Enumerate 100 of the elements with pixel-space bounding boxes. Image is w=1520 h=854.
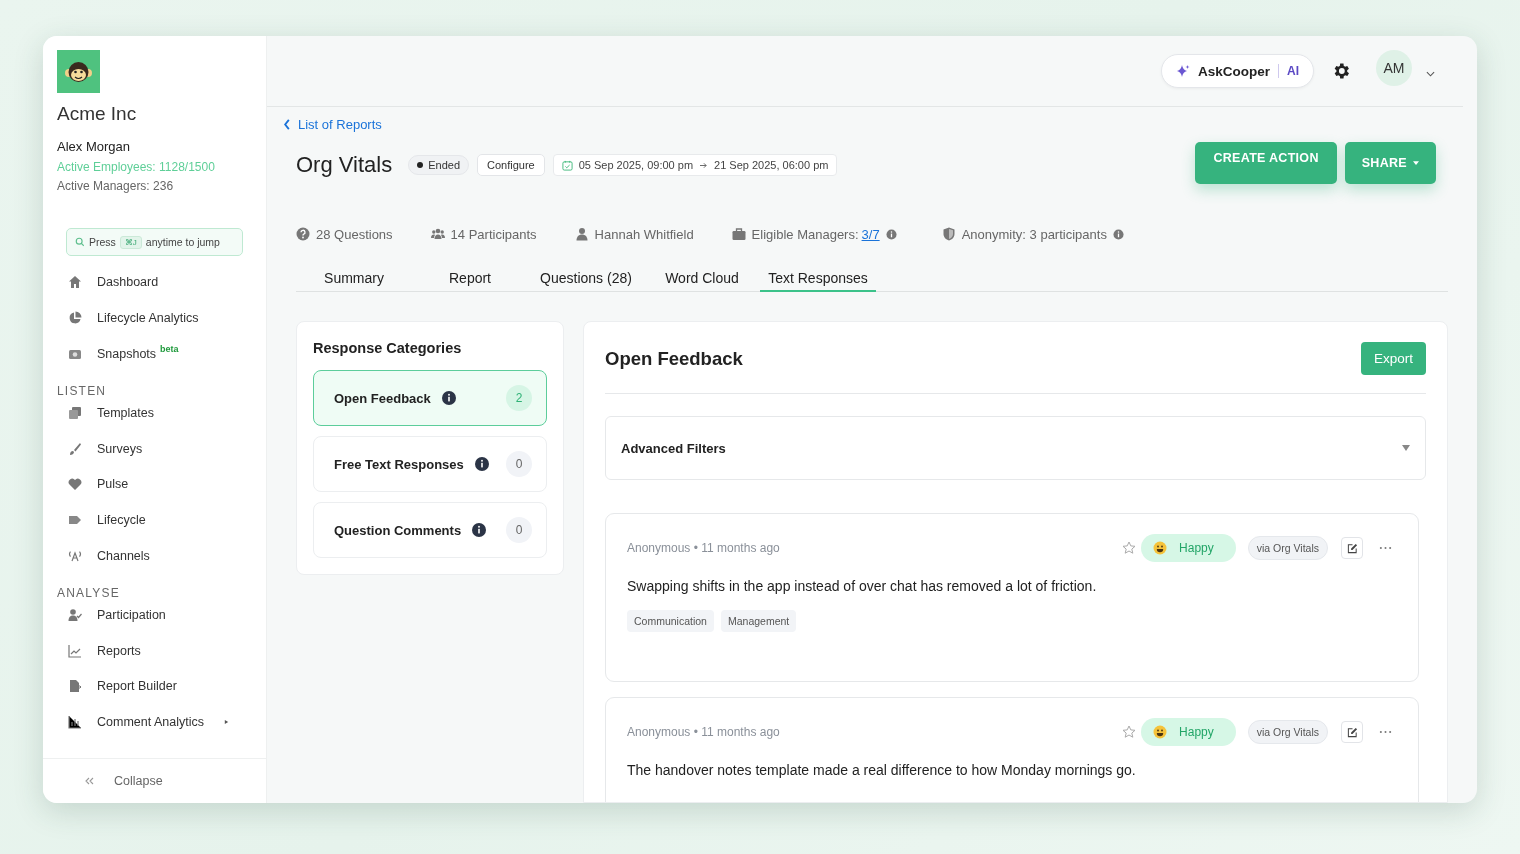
heart-pulse-icon xyxy=(68,477,82,492)
tag: Management xyxy=(720,610,797,632)
jump-search-field[interactable]: Press ⌘J anytime to jump xyxy=(66,228,243,256)
brush-icon xyxy=(68,441,82,456)
tab[interactable]: Word Cloud xyxy=(644,270,760,292)
start-date: 05 Sep 2025, 09:00 pm xyxy=(578,159,694,171)
chevron-down-icon[interactable] xyxy=(1426,71,1435,77)
configure-button[interactable]: Configure xyxy=(477,154,545,176)
active-managers: Active Managers: 236 xyxy=(57,179,175,193)
category-label: Free Text Responses xyxy=(334,456,464,472)
sparkle-icon xyxy=(1176,64,1190,78)
stat-text: Eligible Managers: xyxy=(751,226,859,242)
star-icon[interactable] xyxy=(1122,541,1137,555)
stat-text: 14 Participants xyxy=(450,226,537,242)
user-icon xyxy=(574,227,589,241)
nav-item[interactable]: Lifecycle xyxy=(57,502,266,539)
nav-item[interactable]: Dashboard xyxy=(57,264,266,300)
category-label: Question Comments xyxy=(334,522,462,538)
stat-text: Anonymity: 3 participants xyxy=(961,226,1107,242)
edit-button[interactable] xyxy=(1341,721,1363,743)
broadcast-icon xyxy=(68,549,82,564)
briefcase-icon xyxy=(731,227,746,241)
users-icon xyxy=(430,227,445,241)
caret-down-icon xyxy=(1413,161,1419,165)
end-date: 21 Sep 2025, 06:00 pm xyxy=(714,159,829,171)
response-meta: Anonymous • 11 months ago xyxy=(627,725,780,739)
category-item[interactable]: Open Feedback 2 xyxy=(313,370,547,426)
caret-icon xyxy=(224,719,229,726)
shield-icon xyxy=(941,227,956,241)
user-avatar[interactable]: AM xyxy=(1376,50,1412,86)
nav-item[interactable]: Reports xyxy=(57,632,266,669)
advanced-filters-dropdown[interactable]: Advanced Filters xyxy=(605,416,1426,480)
back-link[interactable]: List of Reports xyxy=(283,116,1448,132)
arrow-right-icon xyxy=(699,161,709,169)
home-icon xyxy=(68,275,82,289)
response-text: The handover notes template made a real difference to how Monday mornings go. xyxy=(627,762,1137,778)
sentiment-label: Happy xyxy=(1179,541,1214,555)
caret-down-icon xyxy=(1402,445,1410,451)
info-icon xyxy=(472,523,487,537)
section-heading: LISTEN xyxy=(57,384,108,398)
edit-icon xyxy=(1346,726,1358,738)
monkey-logo xyxy=(57,50,100,93)
info-icon xyxy=(441,391,456,405)
report-title: Org Vitals xyxy=(296,152,393,178)
source-badge: via Org Vitals xyxy=(1247,720,1328,744)
info-icon xyxy=(474,457,489,471)
count-badge: 2 xyxy=(506,385,532,411)
more-options-icon[interactable] xyxy=(1379,546,1392,550)
search-icon xyxy=(75,237,85,247)
status-badge: Ended xyxy=(408,155,469,175)
stat-text: 28 Questions xyxy=(316,226,393,242)
more-options-icon[interactable] xyxy=(1379,730,1392,734)
active-employees: Active Employees: 1128/1500 xyxy=(57,160,216,174)
nav-item[interactable]: Comment Analytics xyxy=(57,704,266,741)
sentiment-label: Happy xyxy=(1179,725,1214,739)
source-badge: via Org Vitals xyxy=(1247,536,1328,560)
calendar-icon xyxy=(561,159,573,171)
category-item[interactable]: Question Comments 0 xyxy=(313,502,547,558)
question-circle-icon xyxy=(296,227,310,241)
nav-item[interactable]: Pulse xyxy=(57,466,266,503)
nav-item[interactable]: Templates xyxy=(57,395,266,431)
info-icon xyxy=(885,228,897,240)
panel-title: Open Feedback xyxy=(605,347,743,370)
tab[interactable]: Questions (28) xyxy=(528,270,644,292)
organization-name: Acme Inc xyxy=(57,103,138,125)
nav-item[interactable]: Report Builder xyxy=(57,668,266,705)
edit-icon xyxy=(1346,542,1358,554)
user-name: Alex Morgan xyxy=(57,139,131,154)
star-icon[interactable] xyxy=(1122,725,1137,739)
count-badge: 0 xyxy=(506,517,532,543)
info-icon xyxy=(1112,228,1124,240)
file-arrow-icon xyxy=(68,679,82,694)
nav-item[interactable]: Participation xyxy=(57,597,266,633)
smiley-icon xyxy=(1153,725,1168,739)
user-check-icon xyxy=(68,607,82,622)
tab[interactable]: Summary xyxy=(296,270,412,292)
response-text: Swapping shifts in the app instead of over chat has removed a lot of friction. xyxy=(627,578,1098,594)
copy-icon xyxy=(68,405,82,420)
collapse-button[interactable]: Collapse xyxy=(43,758,266,803)
line-chart-icon xyxy=(68,643,82,658)
tag: Communication xyxy=(627,610,714,632)
stat-text: Hannah Whitfield xyxy=(594,226,694,242)
category-label: Open Feedback xyxy=(334,390,431,406)
nav-item[interactable]: Lifecycle Analytics xyxy=(57,300,266,336)
edit-button[interactable] xyxy=(1341,537,1363,559)
count-badge: 0 xyxy=(506,451,532,477)
tab[interactable]: Text Responses xyxy=(760,270,876,292)
tab[interactable]: Report xyxy=(412,270,528,292)
nav-item[interactable]: Snapshots $^{beta}$ xyxy=(57,336,266,372)
ai-assistant-button[interactable]: AskCooper AI xyxy=(1161,54,1314,88)
beta-label: beta xyxy=(160,344,179,354)
nav-item[interactable]: Surveys xyxy=(57,430,266,467)
response-meta: Anonymous • 11 months ago xyxy=(627,541,780,555)
smiley-icon xyxy=(1153,541,1168,555)
chevron-left-icon xyxy=(283,118,291,130)
category-item[interactable]: Free Text Responses 0 xyxy=(313,436,547,492)
section-heading: ANALYSE xyxy=(57,586,121,600)
double-chevron-left-icon xyxy=(84,777,94,785)
nav-item[interactable]: Channels xyxy=(57,538,266,574)
eligible-managers-link[interactable]: 3/7 xyxy=(861,226,880,242)
